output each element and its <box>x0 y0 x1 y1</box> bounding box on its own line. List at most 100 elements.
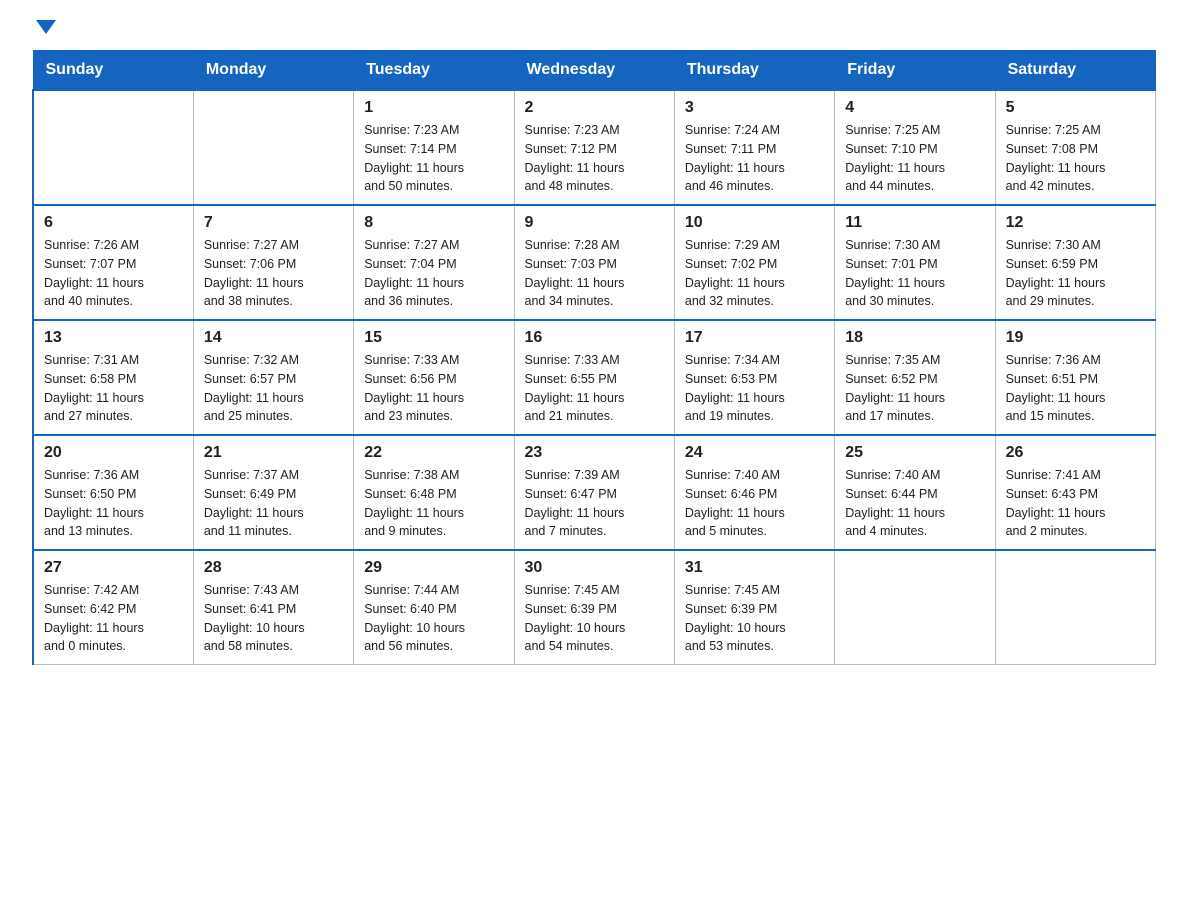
page-header <box>32 24 1156 38</box>
logo-arrow-icon <box>36 20 56 34</box>
day-info: Sunrise: 7:23 AMSunset: 7:14 PMDaylight:… <box>364 121 503 196</box>
header-row: SundayMondayTuesdayWednesdayThursdayFrid… <box>33 51 1156 91</box>
calendar-cell: 4 Sunrise: 7:25 AMSunset: 7:10 PMDaylight… <box>835 90 995 205</box>
day-info: Sunrise: 7:30 AMSunset: 7:01 PMDaylight:… <box>845 236 984 311</box>
day-info: Sunrise: 7:36 AMSunset: 6:51 PMDaylight:… <box>1006 351 1145 426</box>
day-info: Sunrise: 7:32 AMSunset: 6:57 PMDaylight:… <box>204 351 343 426</box>
day-number: 15 <box>364 329 503 347</box>
calendar-cell: 7 Sunrise: 7:27 AMSunset: 7:06 PMDaylight… <box>193 205 353 320</box>
calendar-cell: 9Sunrise: 7:28 AMSunset: 7:03 PMDaylight… <box>514 205 674 320</box>
calendar-cell: 14 Sunrise: 7:32 AMSunset: 6:57 PMDayligh… <box>193 320 353 435</box>
calendar-cell: 25 Sunrise: 7:40 AMSunset: 6:44 PMDayligh… <box>835 435 995 550</box>
calendar-cell <box>33 90 193 205</box>
day-number: 10 <box>685 214 824 232</box>
day-info: Sunrise: 7:28 AMSunset: 7:03 PMDaylight:… <box>525 236 664 311</box>
day-info: Sunrise: 7:40 AMSunset: 6:46 PMDaylight:… <box>685 466 824 541</box>
calendar-cell: 3 Sunrise: 7:24 AMSunset: 7:11 PMDaylight… <box>674 90 834 205</box>
week-row-2: 6 Sunrise: 7:26 AMSunset: 7:07 PMDaylight… <box>33 205 1156 320</box>
day-info: Sunrise: 7:33 AMSunset: 6:55 PMDaylight:… <box>525 351 664 426</box>
calendar-table: SundayMondayTuesdayWednesdayThursdayFrid… <box>32 50 1156 665</box>
day-info: Sunrise: 7:43 AMSunset: 6:41 PMDaylight:… <box>204 581 343 656</box>
day-number: 26 <box>1006 444 1145 462</box>
week-row-3: 13 Sunrise: 7:31 AMSunset: 6:58 PMDayligh… <box>33 320 1156 435</box>
day-number: 5 <box>1006 99 1145 117</box>
calendar-body: 1 Sunrise: 7:23 AMSunset: 7:14 PMDaylight… <box>33 90 1156 665</box>
day-info: Sunrise: 7:39 AMSunset: 6:47 PMDaylight:… <box>525 466 664 541</box>
day-info: Sunrise: 7:35 AMSunset: 6:52 PMDaylight:… <box>845 351 984 426</box>
day-info: Sunrise: 7:23 AMSunset: 7:12 PMDaylight:… <box>525 121 664 196</box>
day-info: Sunrise: 7:24 AMSunset: 7:11 PMDaylight:… <box>685 121 824 196</box>
day-number: 22 <box>364 444 503 462</box>
calendar-cell: 18 Sunrise: 7:35 AMSunset: 6:52 PMDayligh… <box>835 320 995 435</box>
header-tuesday: Tuesday <box>354 51 514 91</box>
day-number: 16 <box>525 329 664 347</box>
day-info: Sunrise: 7:42 AMSunset: 6:42 PMDaylight:… <box>44 581 183 656</box>
calendar-cell: 22 Sunrise: 7:38 AMSunset: 6:48 PMDayligh… <box>354 435 514 550</box>
calendar-cell: 27 Sunrise: 7:42 AMSunset: 6:42 PMDayligh… <box>33 550 193 665</box>
day-info: Sunrise: 7:27 AMSunset: 7:06 PMDaylight:… <box>204 236 343 311</box>
logo <box>32 24 56 38</box>
calendar-cell: 19Sunrise: 7:36 AMSunset: 6:51 PMDayligh… <box>995 320 1155 435</box>
header-thursday: Thursday <box>674 51 834 91</box>
day-info: Sunrise: 7:45 AMSunset: 6:39 PMDaylight:… <box>685 581 824 656</box>
calendar-cell <box>193 90 353 205</box>
calendar-cell: 20 Sunrise: 7:36 AMSunset: 6:50 PMDayligh… <box>33 435 193 550</box>
calendar-cell: 2 Sunrise: 7:23 AMSunset: 7:12 PMDaylight… <box>514 90 674 205</box>
week-row-1: 1 Sunrise: 7:23 AMSunset: 7:14 PMDaylight… <box>33 90 1156 205</box>
calendar-cell: 10 Sunrise: 7:29 AMSunset: 7:02 PMDayligh… <box>674 205 834 320</box>
day-info: Sunrise: 7:40 AMSunset: 6:44 PMDaylight:… <box>845 466 984 541</box>
day-number: 7 <box>204 214 343 232</box>
day-number: 6 <box>44 214 183 232</box>
day-info: Sunrise: 7:31 AMSunset: 6:58 PMDaylight:… <box>44 351 183 426</box>
calendar-cell: 15 Sunrise: 7:33 AMSunset: 6:56 PMDayligh… <box>354 320 514 435</box>
day-info: Sunrise: 7:25 AMSunset: 7:08 PMDaylight:… <box>1006 121 1145 196</box>
calendar-cell: 12Sunrise: 7:30 AMSunset: 6:59 PMDayligh… <box>995 205 1155 320</box>
day-number: 13 <box>44 329 183 347</box>
day-number: 17 <box>685 329 824 347</box>
day-number: 28 <box>204 559 343 577</box>
calendar-cell: 29 Sunrise: 7:44 AMSunset: 6:40 PMDayligh… <box>354 550 514 665</box>
calendar-cell: 8Sunrise: 7:27 AMSunset: 7:04 PMDaylight… <box>354 205 514 320</box>
calendar-cell <box>995 550 1155 665</box>
calendar-cell: 30 Sunrise: 7:45 AMSunset: 6:39 PMDayligh… <box>514 550 674 665</box>
week-row-4: 20 Sunrise: 7:36 AMSunset: 6:50 PMDayligh… <box>33 435 1156 550</box>
day-number: 30 <box>525 559 664 577</box>
day-number: 2 <box>525 99 664 117</box>
day-number: 4 <box>845 99 984 117</box>
day-number: 25 <box>845 444 984 462</box>
day-number: 14 <box>204 329 343 347</box>
day-number: 11 <box>845 214 984 232</box>
day-number: 31 <box>685 559 824 577</box>
day-number: 20 <box>44 444 183 462</box>
header-saturday: Saturday <box>995 51 1155 91</box>
day-info: Sunrise: 7:37 AMSunset: 6:49 PMDaylight:… <box>204 466 343 541</box>
day-info: Sunrise: 7:36 AMSunset: 6:50 PMDaylight:… <box>44 466 183 541</box>
day-info: Sunrise: 7:26 AMSunset: 7:07 PMDaylight:… <box>44 236 183 311</box>
day-number: 24 <box>685 444 824 462</box>
calendar-cell: 16 Sunrise: 7:33 AMSunset: 6:55 PMDayligh… <box>514 320 674 435</box>
calendar-cell: 26Sunrise: 7:41 AMSunset: 6:43 PMDayligh… <box>995 435 1155 550</box>
day-number: 1 <box>364 99 503 117</box>
day-number: 18 <box>845 329 984 347</box>
day-info: Sunrise: 7:45 AMSunset: 6:39 PMDaylight:… <box>525 581 664 656</box>
day-info: Sunrise: 7:29 AMSunset: 7:02 PMDaylight:… <box>685 236 824 311</box>
header-friday: Friday <box>835 51 995 91</box>
day-number: 27 <box>44 559 183 577</box>
day-info: Sunrise: 7:25 AMSunset: 7:10 PMDaylight:… <box>845 121 984 196</box>
day-info: Sunrise: 7:44 AMSunset: 6:40 PMDaylight:… <box>364 581 503 656</box>
day-number: 21 <box>204 444 343 462</box>
calendar-cell: 6 Sunrise: 7:26 AMSunset: 7:07 PMDaylight… <box>33 205 193 320</box>
calendar-cell: 1 Sunrise: 7:23 AMSunset: 7:14 PMDaylight… <box>354 90 514 205</box>
calendar-cell: 5 Sunrise: 7:25 AMSunset: 7:08 PMDaylight… <box>995 90 1155 205</box>
day-number: 8 <box>364 214 503 232</box>
day-number: 3 <box>685 99 824 117</box>
day-info: Sunrise: 7:33 AMSunset: 6:56 PMDaylight:… <box>364 351 503 426</box>
calendar-cell: 23 Sunrise: 7:39 AMSunset: 6:47 PMDayligh… <box>514 435 674 550</box>
day-info: Sunrise: 7:34 AMSunset: 6:53 PMDaylight:… <box>685 351 824 426</box>
header-wednesday: Wednesday <box>514 51 674 91</box>
day-info: Sunrise: 7:38 AMSunset: 6:48 PMDaylight:… <box>364 466 503 541</box>
day-number: 29 <box>364 559 503 577</box>
day-number: 23 <box>525 444 664 462</box>
week-row-5: 27 Sunrise: 7:42 AMSunset: 6:42 PMDayligh… <box>33 550 1156 665</box>
header-monday: Monday <box>193 51 353 91</box>
